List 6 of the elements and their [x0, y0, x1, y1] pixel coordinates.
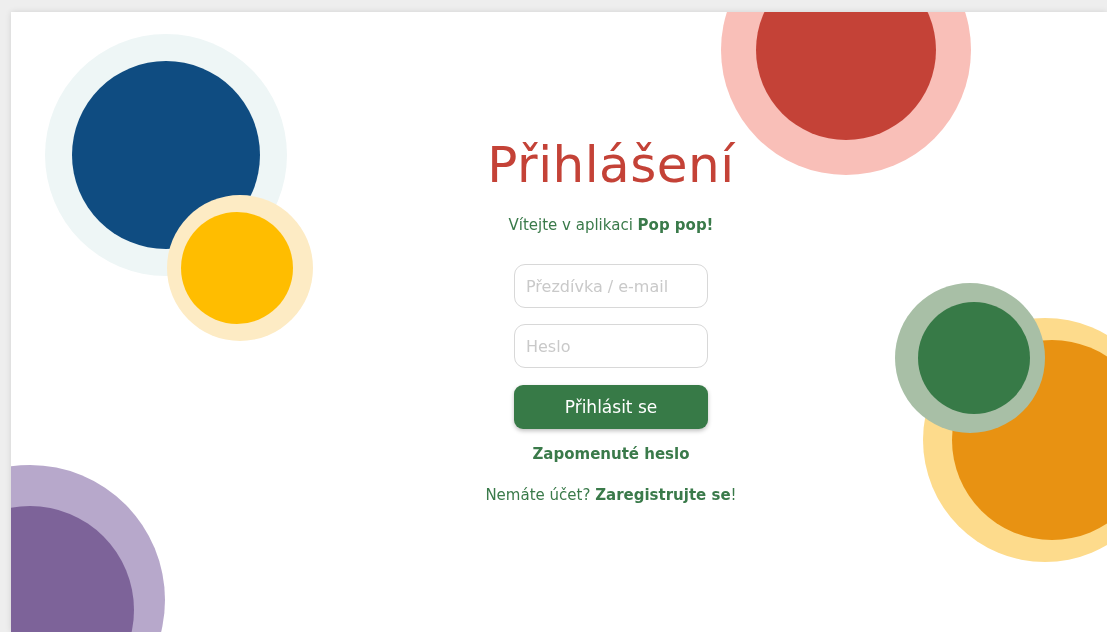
register-link[interactable]: Zaregistrujte se: [595, 486, 731, 504]
welcome-text: Vítejte v aplikaci Pop pop!: [508, 216, 714, 234]
page-title: Přihlášení: [487, 136, 735, 194]
login-button[interactable]: Přihlásit se: [514, 385, 708, 429]
forgot-password-link[interactable]: Zapomenuté heslo: [532, 445, 690, 463]
register-prompt: Nemáte účet? Zaregistrujte se!: [485, 486, 737, 504]
